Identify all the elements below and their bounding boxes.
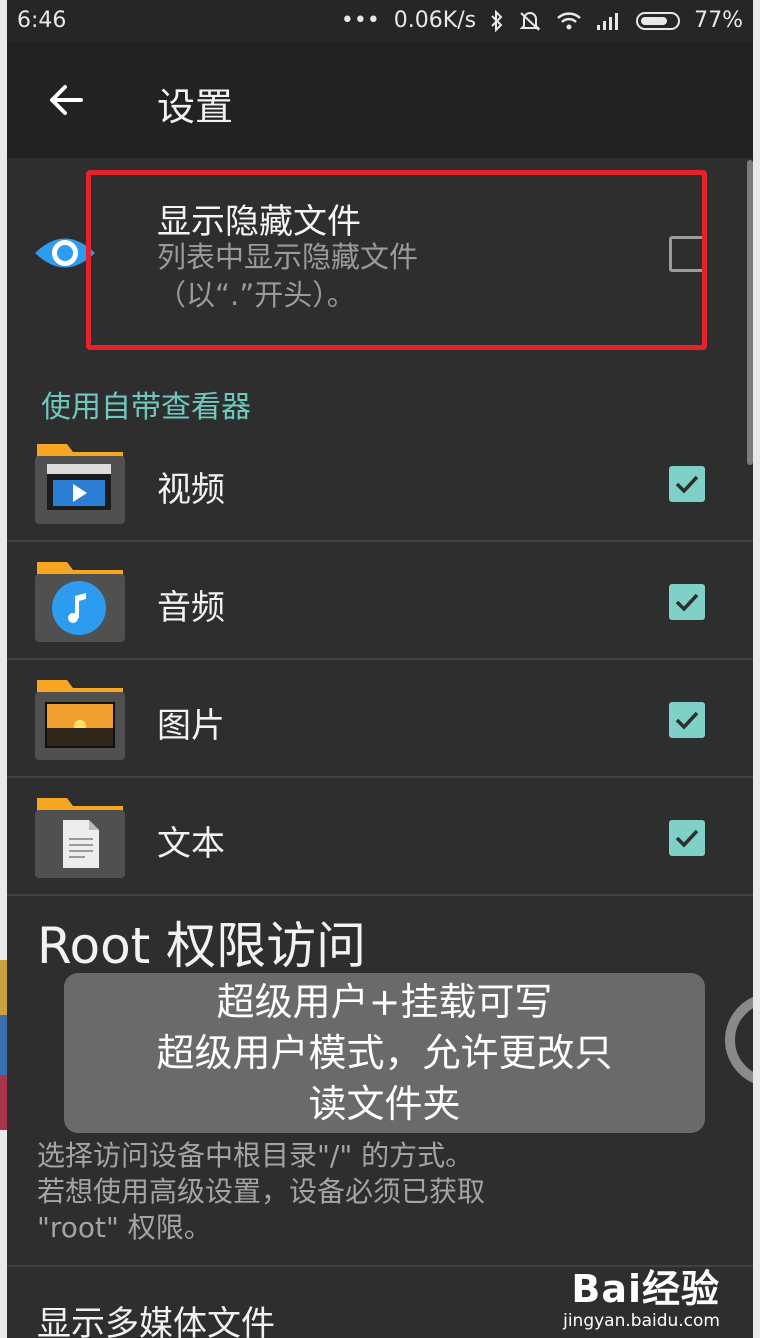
bluetooth-icon [491, 9, 503, 32]
video-folder-icon [35, 444, 125, 524]
viewer-item-video[interactable]: 视频 [7, 424, 753, 542]
page-title: 设置 [157, 85, 234, 129]
music-folder-icon [35, 562, 125, 642]
viewer-text-checkbox[interactable] [669, 820, 705, 856]
status-icons: ••• 0.06K/s 77% [341, 8, 743, 33]
mute-icon [519, 11, 541, 31]
status-time: 6:46 [17, 8, 67, 33]
scrollbar[interactable] [747, 160, 753, 465]
wifi-icon [557, 11, 581, 29]
viewer-item-label: 文本 [157, 824, 225, 864]
more-dots-icon: ••• [340, 8, 380, 33]
image-folder-icon [35, 680, 125, 760]
arrow-left-icon[interactable] [45, 78, 89, 122]
viewer-item-label: 音频 [157, 588, 225, 628]
watermark-url: jingyan.baidu.com [563, 1311, 720, 1331]
viewer-item-audio[interactable]: 音频 [7, 542, 753, 660]
signal-icon [597, 12, 619, 30]
partial-ring-icon [725, 997, 753, 1083]
viewer-image-checkbox[interactable] [669, 702, 705, 738]
root-access-title[interactable]: Root 权限访问 [37, 906, 366, 978]
highlight-box [86, 170, 707, 350]
viewer-item-label: 视频 [157, 470, 225, 510]
viewer-audio-checkbox[interactable] [669, 584, 705, 620]
root-access-description: 选择访问设备中根目录"/" 的方式。 若想使用高级设置，设备必须已获取 "roo… [37, 1139, 486, 1244]
status-bar: 6:46 ••• 0.06K/s 77% [7, 0, 753, 42]
edge-strip [0, 960, 7, 1015]
edge-strip [0, 1015, 7, 1075]
battery-percent: 77% [694, 8, 743, 33]
show-media-files-title[interactable]: 显示多媒体文件 [37, 1296, 275, 1338]
app-toolbar: 设置 [7, 42, 753, 158]
watermark-brand: Bai经验 [571, 1267, 720, 1311]
document-folder-icon [35, 798, 125, 878]
battery-icon [636, 11, 681, 30]
toast-message: 超级用户+挂载可写 超级用户模式，允许更改只 读文件夹 [64, 973, 705, 1133]
viewer-video-checkbox[interactable] [669, 466, 705, 502]
settings-screen: 6:46 ••• 0.06K/s 77% 设置 显示隐藏文件 列表中显示隐藏文件… [7, 0, 753, 1338]
network-speed: 0.06K/s [393, 8, 477, 33]
section-header-viewer: 使用自带查看器 [41, 390, 251, 425]
viewer-item-text[interactable]: 文本 [7, 778, 753, 896]
edge-strip [0, 1075, 7, 1130]
viewer-item-label: 图片 [157, 706, 225, 746]
baidu-watermark: Bai经验 jingyan.baidu.com [563, 1258, 720, 1331]
viewer-item-image[interactable]: 图片 [7, 660, 753, 778]
